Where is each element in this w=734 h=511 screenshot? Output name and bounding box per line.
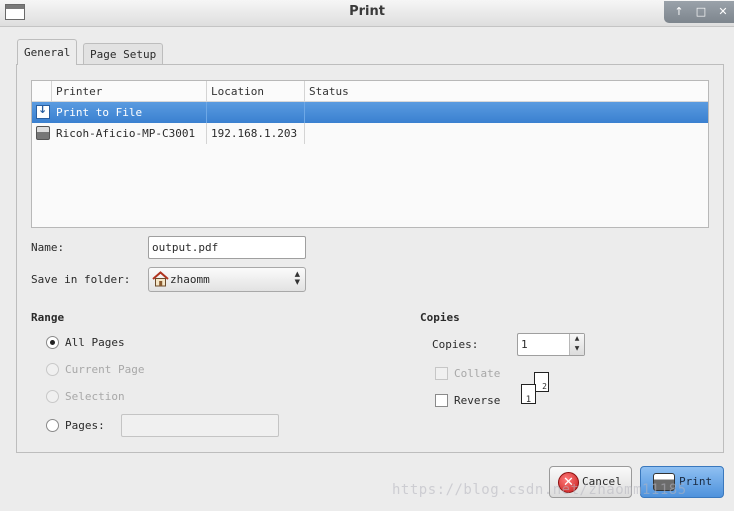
title-bar[interactable]: Print ↑ □ ✕ (0, 0, 734, 27)
selection-radio[interactable] (46, 390, 59, 403)
home-folder-icon (152, 271, 169, 287)
pages-field[interactable] (121, 414, 279, 437)
column-header-location[interactable]: Location (207, 81, 305, 102)
maximize-icon[interactable]: □ (691, 3, 711, 20)
printer-icon (36, 126, 50, 140)
combo-arrows-icon: ▲ ▼ (294, 270, 300, 286)
spin-up-icon[interactable]: ▲ (570, 334, 584, 344)
printer-list[interactable]: Printer Location Status Print to File Ri… (31, 80, 709, 228)
column-header-printer[interactable]: Printer (52, 81, 207, 102)
all-pages-radio[interactable] (46, 336, 59, 349)
collate-label[interactable]: Collate (454, 366, 500, 382)
pages-radio[interactable] (46, 419, 59, 432)
collate-checkbox[interactable] (435, 367, 448, 380)
spin-down-icon[interactable]: ▼ (570, 344, 584, 354)
column-header-icon (32, 81, 52, 102)
column-header-status[interactable]: Status (305, 81, 708, 102)
reverse-checkbox[interactable] (435, 394, 448, 407)
copies-value: 1 (521, 338, 528, 351)
save-in-folder-value: zhaomm (170, 273, 210, 286)
tab-page-setup[interactable]: Page Setup (83, 43, 164, 65)
copies-label: Copies: (432, 338, 479, 351)
collate-preview: 2 1 (521, 370, 553, 408)
preview-page-front: 1 (521, 384, 536, 405)
save-in-folder-combo[interactable]: zhaomm ▲ ▼ (148, 267, 306, 292)
reverse-label[interactable]: Reverse (454, 393, 500, 409)
name-field[interactable]: output.pdf (148, 236, 306, 259)
copies-spin-buttons[interactable]: ▲ ▼ (569, 334, 584, 355)
printer-status (305, 102, 705, 123)
close-icon[interactable]: ✕ (713, 3, 733, 20)
window-title: Print (349, 4, 385, 19)
pages-label[interactable]: Pages: (65, 418, 105, 434)
copies-section-title: Copies (420, 311, 460, 324)
printer-row-print-to-file[interactable]: Print to File (32, 102, 708, 123)
window-controls: ↑ □ ✕ (664, 1, 734, 23)
preview-page-back: 2 (534, 372, 549, 392)
all-pages-label[interactable]: All Pages (65, 335, 125, 351)
selection-label[interactable]: Selection (65, 389, 125, 405)
copies-spinbox[interactable]: 1 ▲ ▼ (517, 333, 585, 356)
current-page-radio[interactable] (46, 363, 59, 376)
shade-up-icon[interactable]: ↑ (669, 3, 689, 20)
watermark-text: https://blog.csdn.net/zhaomm11185 (392, 482, 687, 498)
save-in-folder-label: Save in folder: (31, 273, 131, 286)
tab-general[interactable]: General (17, 39, 78, 65)
printer-name: Print to File (52, 102, 207, 123)
current-page-label[interactable]: Current Page (65, 362, 144, 378)
printer-location: 192.168.1.203 (207, 123, 305, 144)
printer-status (305, 123, 705, 144)
range-section-title: Range (31, 311, 65, 324)
printer-row-ricoh[interactable]: Ricoh-Aficio-MP-C3001 192.168.1.203 (32, 123, 708, 144)
name-label: Name: (31, 241, 65, 254)
printer-name: Ricoh-Aficio-MP-C3001 (52, 123, 207, 144)
print-to-file-icon (36, 103, 50, 119)
printer-location (207, 102, 305, 123)
